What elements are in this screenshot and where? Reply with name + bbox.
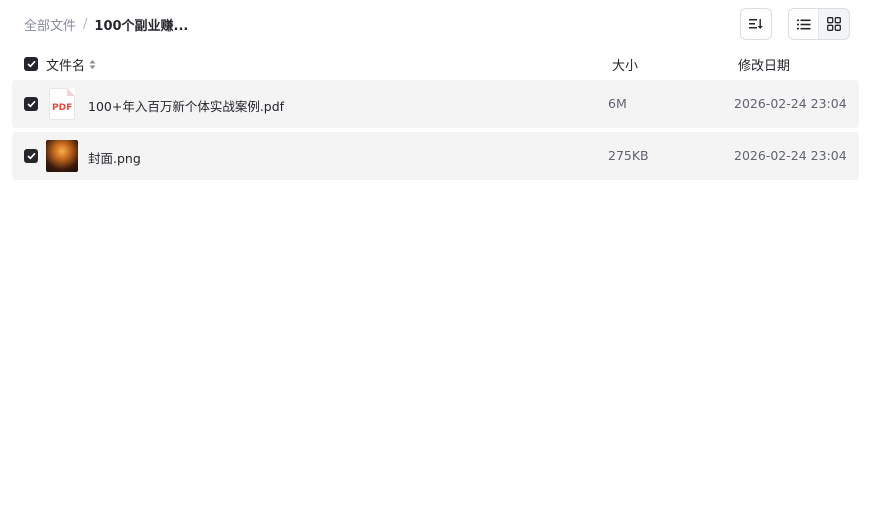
file-name[interactable]: 100+年入百万新个体实战案例.pdf xyxy=(88,96,284,115)
row-checkbox[interactable] xyxy=(24,97,38,111)
list-view-icon xyxy=(796,19,810,29)
column-name-label: 文件名 xyxy=(46,59,86,74)
image-thumbnail xyxy=(46,140,78,172)
checkmark-icon xyxy=(26,100,36,108)
file-row[interactable]: PDF 100+年入百万新个体实战案例.pdf 6M 2026-02-24 23… xyxy=(12,80,859,128)
breadcrumb: 全部文件 / 100个副业赚... xyxy=(24,15,188,34)
grid-view-icon xyxy=(827,17,841,31)
sort-caret-icon xyxy=(89,59,96,70)
breadcrumb-current-folder: 100个副业赚... xyxy=(94,19,189,34)
checkmark-icon xyxy=(26,152,36,160)
grid-view-button[interactable] xyxy=(819,9,849,39)
breadcrumb-root-link[interactable]: 全部文件 xyxy=(24,15,76,34)
file-row[interactable]: 封面.png 275KB 2026-02-24 23:04 xyxy=(12,132,859,180)
checkmark-icon xyxy=(26,60,36,68)
cover-image-thumbnail xyxy=(46,140,78,172)
list-view-button[interactable] xyxy=(789,9,819,39)
row-checkbox[interactable] xyxy=(24,149,38,163)
column-header-date[interactable]: 修改日期 xyxy=(738,55,790,74)
view-mode-toggle xyxy=(788,8,850,40)
pdf-icon-label: PDF xyxy=(52,103,73,113)
pdf-file-icon: PDF xyxy=(46,88,78,120)
file-name[interactable]: 封面.png xyxy=(88,148,141,167)
column-header-name[interactable]: 文件名 xyxy=(46,55,96,74)
file-table-header: 文件名 大小 修改日期 xyxy=(12,50,859,78)
breadcrumb-separator: / xyxy=(83,17,88,32)
sort-button[interactable] xyxy=(740,8,772,40)
column-header-size[interactable]: 大小 xyxy=(612,55,638,74)
sort-icon xyxy=(749,19,763,29)
select-all-checkbox[interactable] xyxy=(24,57,38,71)
file-size: 275KB xyxy=(608,148,649,163)
file-modified-date: 2026-02-24 23:04 xyxy=(734,148,847,163)
top-bar: 全部文件 / 100个副业赚... xyxy=(0,0,874,48)
file-size: 6M xyxy=(608,96,627,111)
file-modified-date: 2026-02-24 23:04 xyxy=(734,96,847,111)
